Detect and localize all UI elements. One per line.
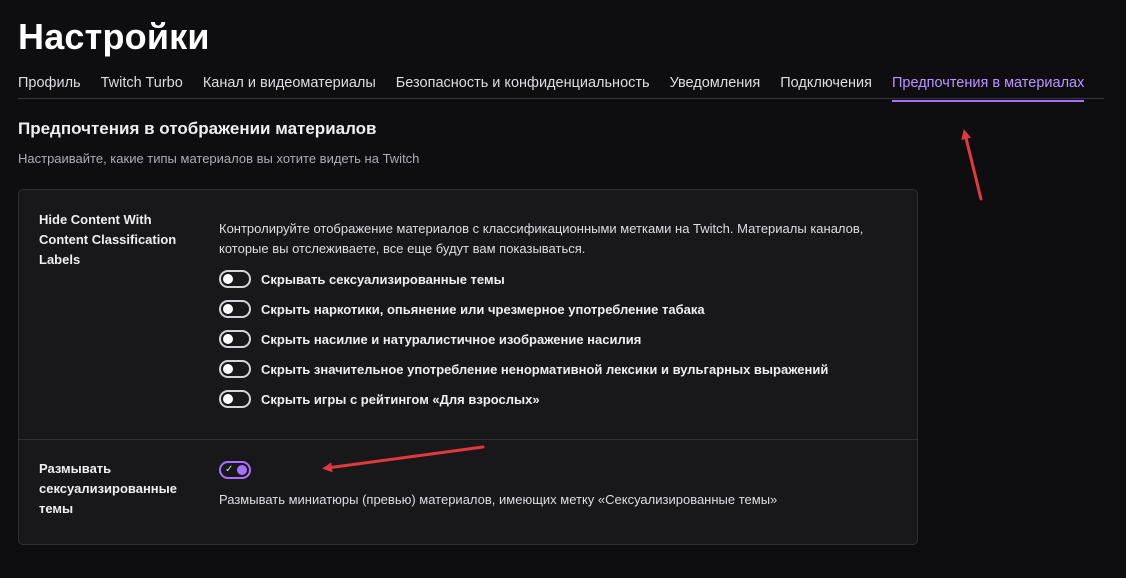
toggle-knob [223, 304, 233, 314]
toggle-knob [237, 465, 247, 475]
option-hide-profanity: Скрыть значительное употребление ненорма… [219, 358, 828, 380]
blur-description: Размывать миниатюры (превью) материалов,… [219, 492, 778, 507]
option-hide-violence: Скрыть насилие и натуралистичное изображ… [219, 328, 641, 350]
tab-profile[interactable]: Профиль [18, 72, 81, 98]
option-hide-drugs: Скрыть наркотики, опьянение или чрезмерн… [219, 298, 705, 320]
option-label: Скрывать сексуализированные темы [261, 271, 505, 287]
hide-content-label: Hide Content With Content Classification… [39, 212, 177, 267]
checkmark-icon: ✓ [225, 464, 234, 475]
option-hide-sexual-themes: Скрывать сексуализированные темы [219, 268, 505, 290]
toggle-knob [223, 274, 233, 284]
tab-connections[interactable]: Подключения [780, 72, 872, 98]
option-label: Скрыть значительное употребление ненорма… [261, 361, 829, 377]
annotation-arrow-tab [961, 129, 983, 201]
tab-security-and-privacy[interactable]: Безопасность и конфиденциальность [396, 72, 650, 98]
toggle-knob [223, 334, 233, 344]
toggle-hide-mature-games[interactable] [219, 390, 251, 408]
tab-notifications[interactable]: Уведомления [670, 72, 761, 98]
toggle-hide-sexual-themes[interactable] [219, 270, 251, 288]
toggle-hide-drugs[interactable] [219, 300, 251, 318]
blur-row: Размывать сексуализированные темы ✓ Разм… [19, 440, 917, 544]
toggle-blur-sexual-themes[interactable]: ✓ [219, 461, 251, 479]
hide-content-description: Контролируйте отображение материалов с к… [219, 221, 864, 256]
toggle-hide-profanity[interactable] [219, 360, 251, 378]
option-label: Скрыть наркотики, опьянение или чрезмерн… [261, 301, 705, 317]
settings-tabs: Профиль Twitch Turbo Канал и видеоматери… [18, 72, 1104, 102]
page-title: Настройки [18, 16, 210, 57]
blur-toggle-wrap: ✓ [219, 459, 251, 481]
option-label: Скрыть насилие и натуралистичное изображ… [261, 331, 642, 347]
tab-content-preferences[interactable]: Предпочтения в материалах [891, 72, 1085, 102]
toggle-knob [223, 394, 233, 404]
tab-channel-and-videos[interactable]: Канал и видеоматериалы [203, 72, 376, 98]
option-hide-mature-games: Скрыть игры с рейтингом «Для взрослых» [219, 388, 540, 410]
toggle-hide-violence[interactable] [219, 330, 251, 348]
settings-page: Настройки Профиль Twitch Turbo Канал и в… [0, 0, 1126, 578]
hide-content-row: Hide Content With Content Classification… [19, 190, 917, 440]
section-title: Предпочтения в отображении материалов [18, 119, 377, 138]
content-preferences-card: Hide Content With Content Classification… [18, 189, 918, 545]
toggle-knob [223, 364, 233, 374]
section-subtitle: Настраивайте, какие типы материалов вы х… [18, 151, 420, 166]
tab-twitch-turbo[interactable]: Twitch Turbo [101, 72, 183, 98]
option-label: Скрыть игры с рейтингом «Для взрослых» [261, 391, 540, 407]
blur-label: Размывать сексуализированные темы [39, 461, 177, 516]
